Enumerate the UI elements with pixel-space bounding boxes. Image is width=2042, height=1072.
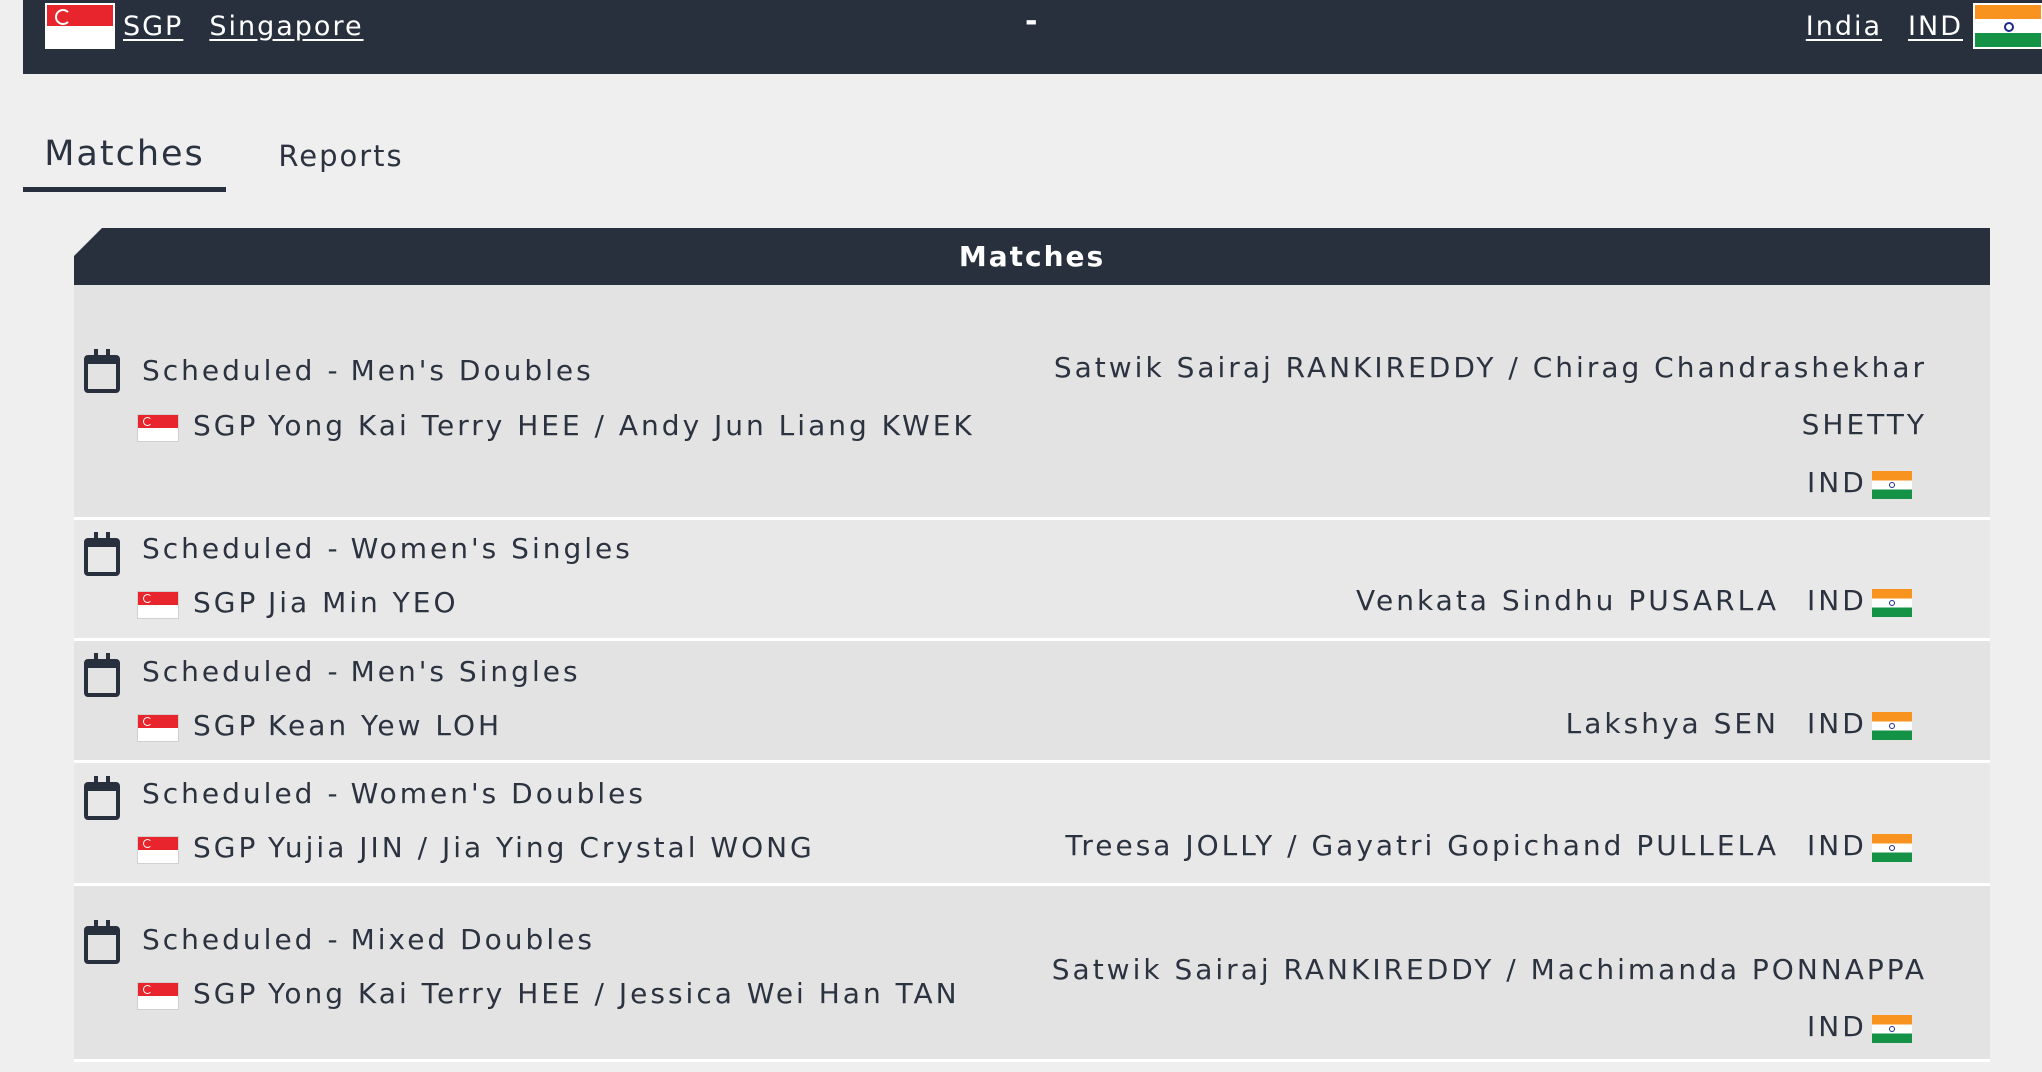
panel-title: Matches — [74, 228, 1990, 285]
home-team-name-link[interactable]: Singapore — [209, 11, 363, 42]
status-label: Scheduled — [142, 923, 316, 956]
event-label: Women's Singles — [350, 532, 633, 565]
team-header-bar: SGP Singapore - India IND — [23, 0, 2042, 74]
home-players[interactable]: Yong Kai Terry HEE / Jessica Wei Han TAN — [268, 977, 960, 1010]
away-players[interactable]: Satwik Sairaj RANKIREDDY / Machimanda PO… — [1052, 953, 1927, 986]
home-team-code-link[interactable]: SGP — [123, 11, 183, 42]
india-flag-icon — [1872, 589, 1912, 617]
india-flag-icon — [1872, 834, 1912, 862]
away-team: India IND — [1806, 0, 2042, 52]
status-label: Scheduled — [142, 777, 316, 810]
match-row[interactable]: Scheduled - Men's Doubles SGP Yong Kai Ter… — [74, 285, 1990, 520]
matches-panel: Matches Scheduled - Men's Doubles SGP Yong… — [74, 228, 1990, 1062]
home-team: SGP Singapore — [45, 0, 364, 52]
tab-matches[interactable]: Matches — [23, 120, 226, 192]
match-row[interactable]: Scheduled - Mixed Doubles SGP Yong Kai Ter… — [74, 886, 1990, 1062]
home-code: SGP — [193, 831, 259, 864]
match-status: Scheduled - Women's Singles — [142, 532, 633, 565]
india-flag-icon — [1872, 471, 1912, 499]
status-label: Scheduled — [142, 655, 316, 688]
singapore-flag-icon — [137, 414, 179, 442]
away-players[interactable]: Venkata Sindhu PUSARLA — [1356, 584, 1779, 617]
away-team-name-link[interactable]: India — [1806, 11, 1882, 42]
away-players-continued[interactable]: SHETTY — [1802, 408, 1927, 441]
singapore-flag-icon — [45, 3, 115, 49]
singapore-flag-icon — [137, 982, 179, 1010]
away-code: IND — [1807, 1010, 1867, 1043]
india-flag-icon — [1872, 1015, 1912, 1043]
calendar-icon — [84, 349, 120, 393]
match-row[interactable]: Scheduled - Men's Singles SGP Kean Yew LOH… — [74, 641, 1990, 763]
home-players[interactable]: Yujia JIN / Jia Ying Crystal WONG — [268, 831, 815, 864]
singapore-flag-icon — [137, 714, 179, 742]
home-players[interactable]: Kean Yew LOH — [268, 709, 502, 742]
score-separator: - — [1025, 4, 1038, 39]
away-players[interactable]: Satwik Sairaj RANKIREDDY / Chirag Chandr… — [1054, 351, 1927, 384]
away-players[interactable]: Treesa JOLLY / Gayatri Gopichand PULLELA — [1065, 829, 1779, 862]
event-label: Men's Singles — [350, 655, 581, 688]
away-code: IND — [1807, 829, 1867, 862]
calendar-icon — [84, 776, 120, 820]
match-status: Scheduled - Mixed Doubles — [142, 923, 595, 956]
status-label: Scheduled — [142, 532, 316, 565]
tab-bar: Matches Reports — [23, 120, 426, 192]
home-players[interactable]: Jia Min YEO — [268, 586, 459, 619]
home-code: SGP — [193, 409, 259, 442]
singapore-flag-icon — [137, 591, 179, 619]
match-status: Scheduled - Men's Doubles — [142, 354, 594, 387]
singapore-flag-icon — [137, 836, 179, 864]
home-code: SGP — [193, 977, 259, 1010]
away-code: IND — [1807, 466, 1867, 499]
match-row[interactable]: Scheduled - Women's Singles SGP Jia Min YE… — [74, 520, 1990, 641]
calendar-icon — [84, 532, 120, 576]
calendar-icon — [84, 920, 120, 964]
away-code: IND — [1807, 707, 1867, 740]
home-code: SGP — [193, 586, 259, 619]
calendar-icon — [84, 653, 120, 697]
event-label: Mixed Doubles — [350, 923, 595, 956]
event-label: Men's Doubles — [350, 354, 594, 387]
india-flag-icon — [1872, 712, 1912, 740]
match-status: Scheduled - Men's Singles — [142, 655, 581, 688]
match-status: Scheduled - Women's Doubles — [142, 777, 646, 810]
status-label: Scheduled — [142, 354, 316, 387]
match-row[interactable]: Scheduled - Women's Doubles SGP Yujia JIN … — [74, 763, 1990, 886]
tab-reports[interactable]: Reports — [226, 120, 426, 192]
home-code: SGP — [193, 709, 259, 742]
away-players[interactable]: Lakshya SEN — [1566, 707, 1779, 740]
home-players[interactable]: Yong Kai Terry HEE / Andy Jun Liang KWEK — [268, 409, 975, 442]
away-code: IND — [1807, 584, 1867, 617]
event-label: Women's Doubles — [350, 777, 646, 810]
away-team-code-link[interactable]: IND — [1908, 11, 1963, 42]
india-flag-icon — [1973, 3, 2042, 49]
